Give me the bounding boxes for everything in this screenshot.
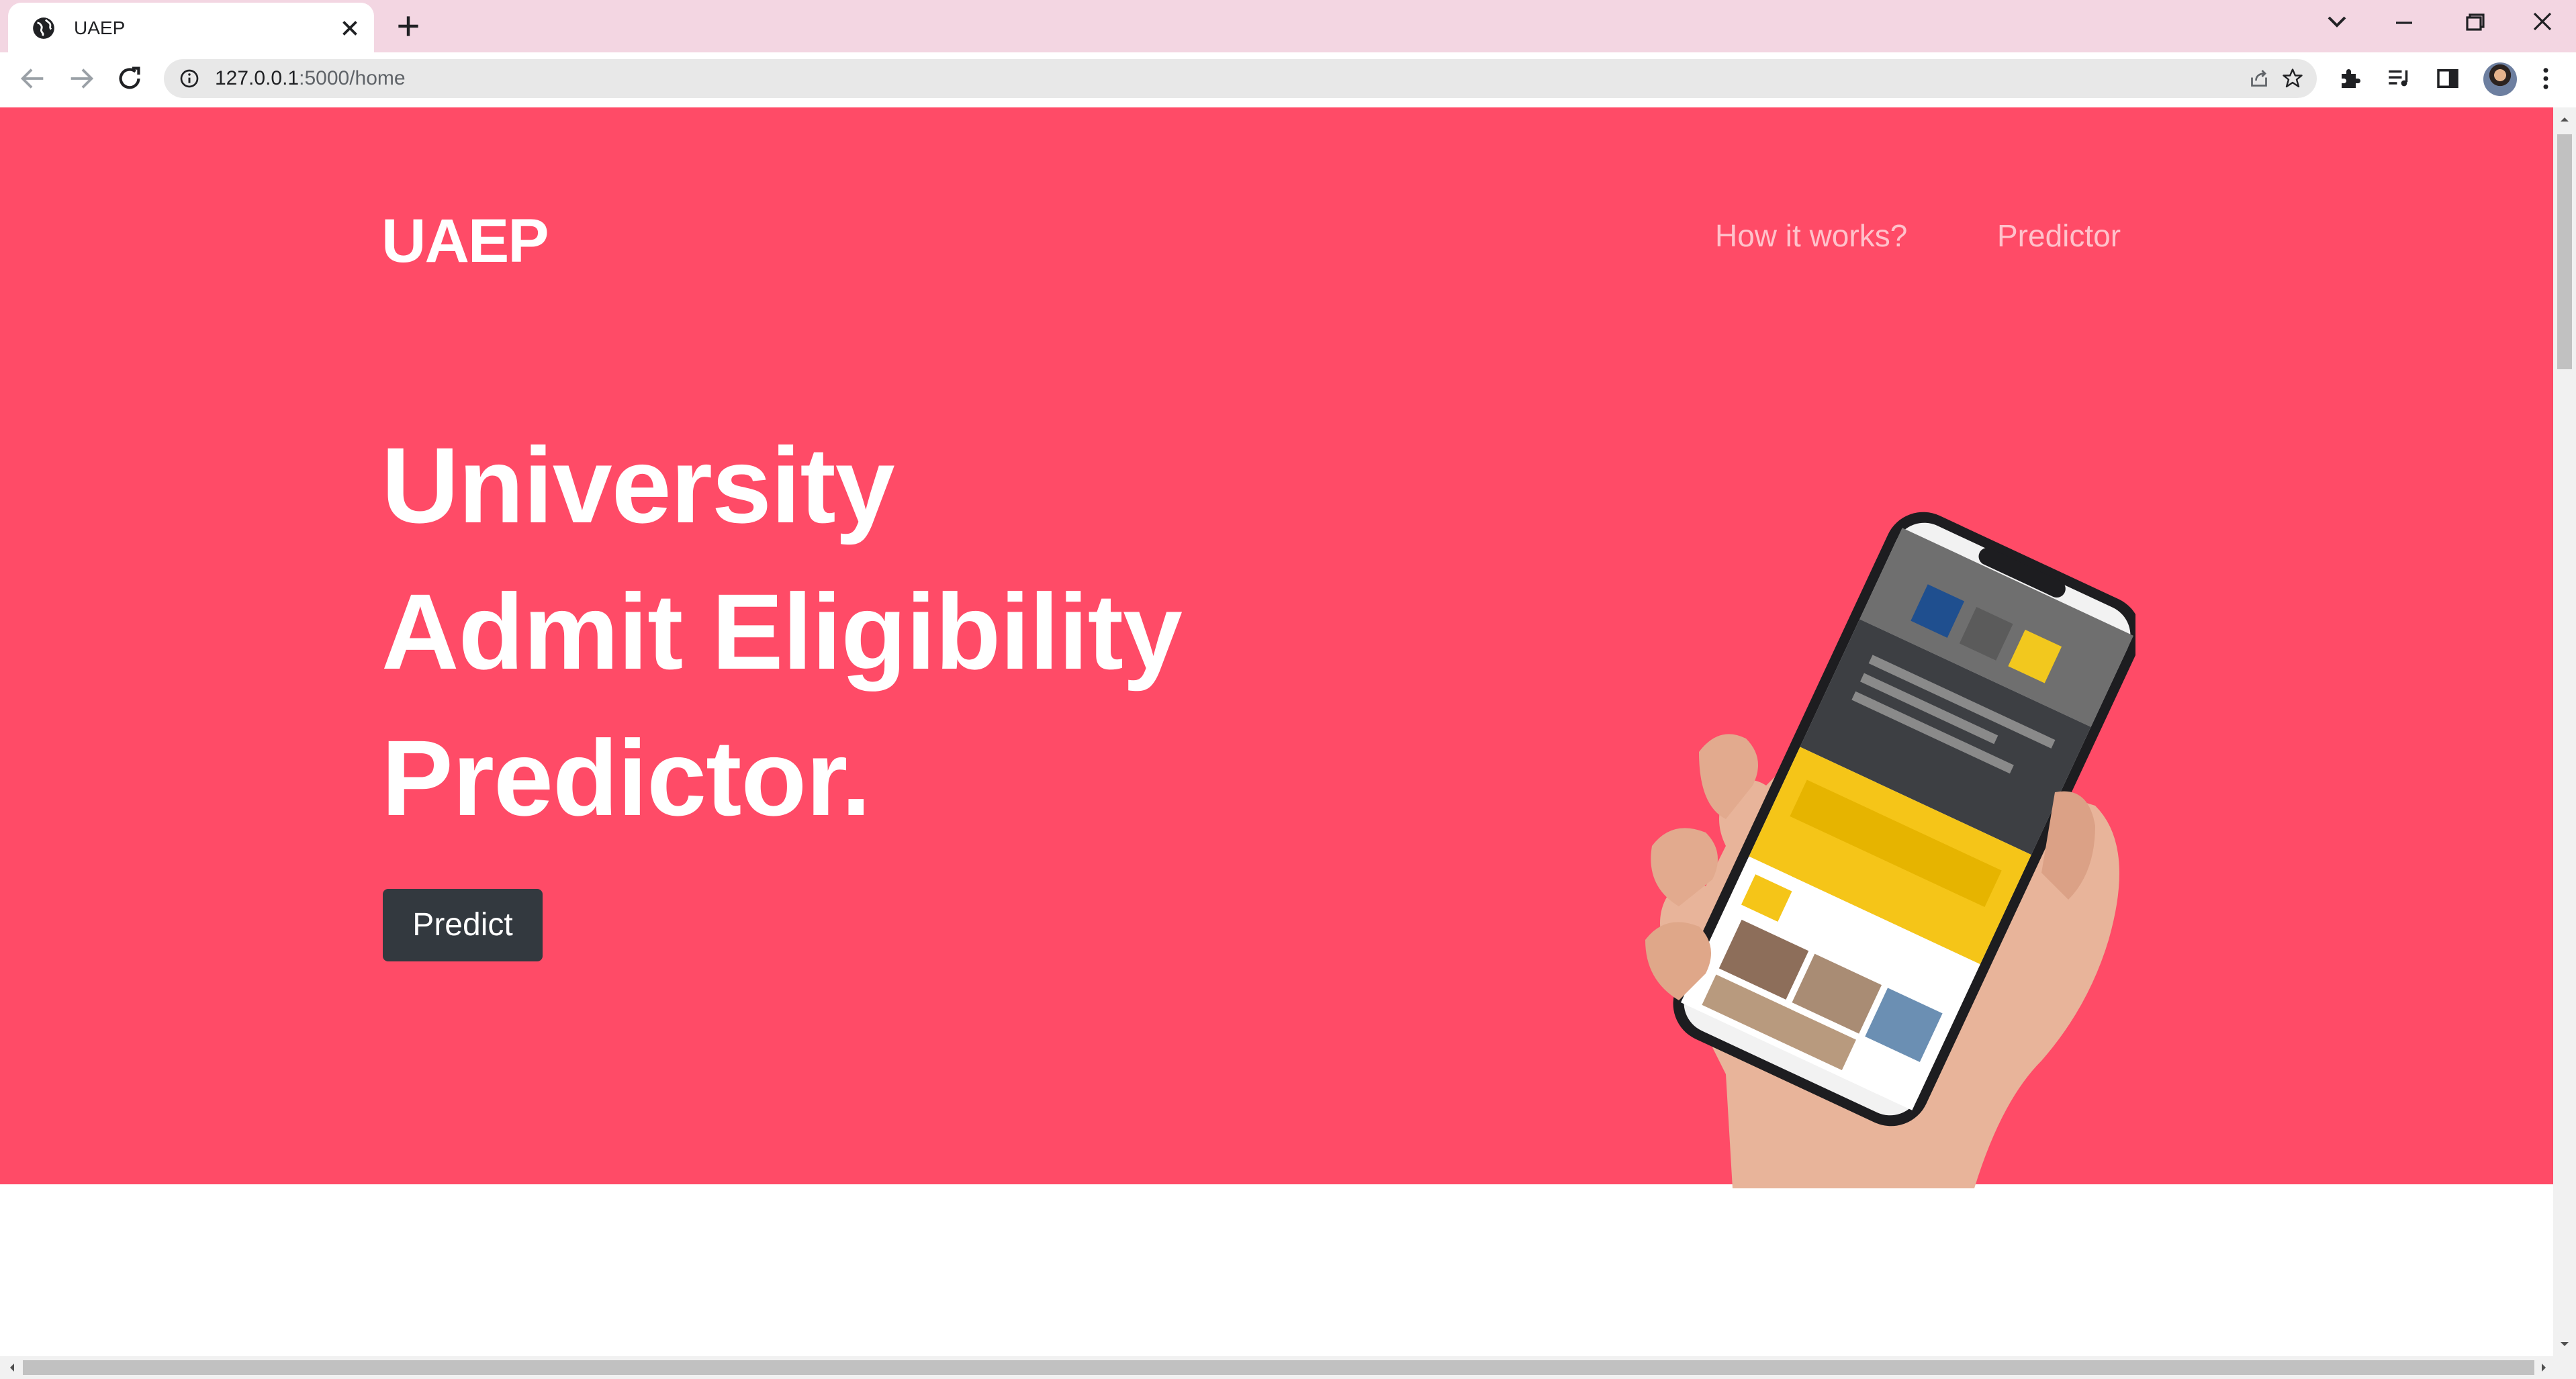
predict-button[interactable]: Predict xyxy=(383,889,543,961)
reload-icon[interactable] xyxy=(114,63,145,94)
url-path: :5000/home xyxy=(299,67,406,89)
profile-avatar[interactable] xyxy=(2483,62,2517,96)
horizontal-scrollbar[interactable] xyxy=(0,1356,2576,1379)
hero-title-line-3: Predictor. xyxy=(381,718,871,838)
browser-toolbar: 127.0.0.1:5000/home xyxy=(0,52,2576,105)
star-icon[interactable] xyxy=(2281,66,2305,91)
hero-section: UAEP How it works? Predictor University … xyxy=(0,107,2553,1188)
new-tab-icon[interactable] xyxy=(394,11,423,41)
arrow-right-icon[interactable] xyxy=(66,63,97,94)
site-info-icon[interactable] xyxy=(179,68,200,89)
hero-title: University Admit Eligibility Predictor. xyxy=(381,412,1183,851)
vertical-scroll-thumb[interactable] xyxy=(2557,134,2572,369)
nav-link-predictor[interactable]: Predictor xyxy=(1997,213,2121,258)
close-window-icon[interactable] xyxy=(2522,5,2563,39)
share-icon[interactable] xyxy=(2247,66,2271,91)
restore-icon[interactable] xyxy=(2454,5,2494,39)
arrow-left-icon[interactable] xyxy=(17,63,48,94)
scroll-right-arrow-icon[interactable] xyxy=(2536,1360,2552,1376)
hand-holding-phone-illustration xyxy=(1645,512,2135,1188)
puzzle-icon[interactable] xyxy=(2337,64,2365,93)
playlist-icon[interactable] xyxy=(2385,64,2413,93)
url-text: 127.0.0.1:5000/home xyxy=(215,65,406,92)
horizontal-scroll-thumb[interactable] xyxy=(23,1360,2534,1375)
nav-link-how-it-works[interactable]: How it works? xyxy=(1715,213,1907,258)
close-tab-icon[interactable] xyxy=(337,15,363,41)
hero-title-line-2: Admit Eligibility xyxy=(381,571,1183,692)
side-panel-icon[interactable] xyxy=(2434,64,2462,93)
browser-tab[interactable]: UAEP xyxy=(8,3,374,52)
globe-icon xyxy=(33,17,54,39)
scroll-left-arrow-icon[interactable] xyxy=(4,1360,20,1376)
minimize-icon[interactable] xyxy=(2384,5,2424,39)
site-logo[interactable]: UAEP xyxy=(381,204,549,278)
url-host: 127.0.0.1 xyxy=(215,67,300,89)
kebab-menu-icon[interactable] xyxy=(2532,64,2560,93)
tab-strip: UAEP xyxy=(0,0,2576,52)
tab-title: UAEP xyxy=(74,17,126,38)
hero-title-line-1: University xyxy=(381,425,895,545)
address-bar[interactable]: 127.0.0.1:5000/home xyxy=(164,59,2317,98)
web-page: UAEP How it works? Predictor University … xyxy=(0,107,2553,1356)
scroll-up-arrow-icon[interactable] xyxy=(2557,111,2573,128)
vertical-scrollbar[interactable] xyxy=(2553,107,2576,1356)
scroll-down-arrow-icon[interactable] xyxy=(2557,1336,2573,1352)
tab-search-chevron-icon[interactable] xyxy=(2317,5,2357,39)
